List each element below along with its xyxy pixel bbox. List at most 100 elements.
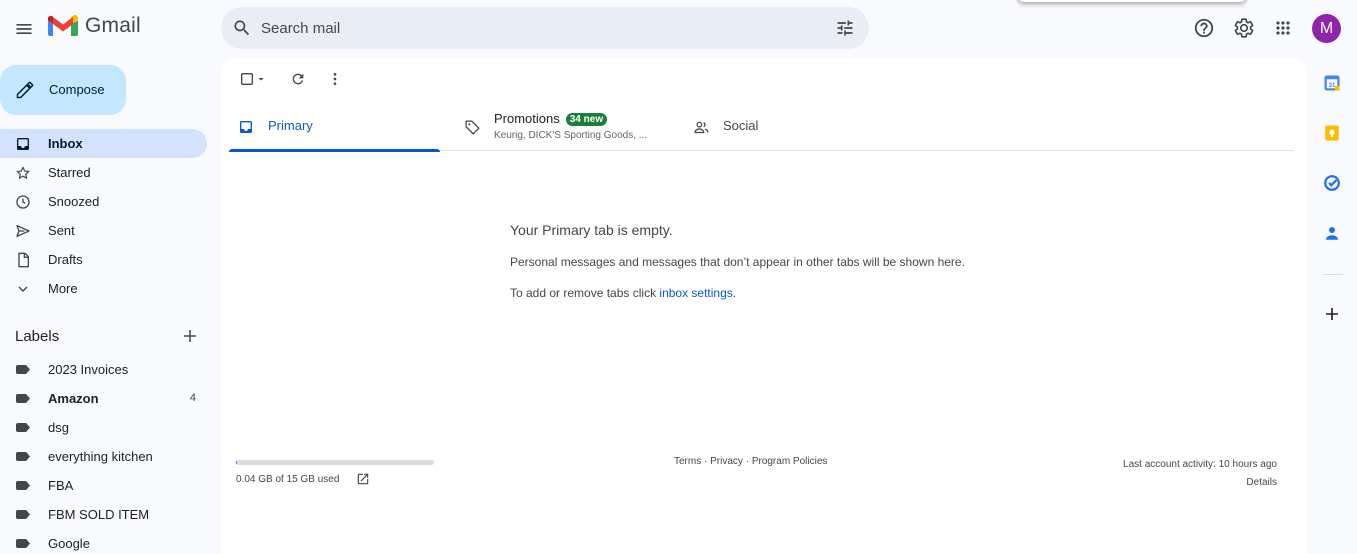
tab-primary[interactable]: Primary (229, 101, 440, 152)
more-actions-button[interactable] (325, 69, 345, 89)
search-input[interactable] (261, 7, 821, 49)
tab-promotions[interactable]: Promotions 34 new Keurig, DICK'S Sporting… (455, 101, 673, 151)
label-name: Google (48, 536, 90, 551)
search-icon[interactable] (232, 18, 252, 38)
label-item[interactable]: dsg (0, 413, 207, 442)
tag-icon (463, 118, 481, 136)
nav-item-more[interactable]: More (0, 274, 207, 303)
tasks-icon (1324, 175, 1340, 191)
label-item[interactable]: Amazon 4 (0, 384, 207, 413)
search-options-icon[interactable] (835, 18, 855, 38)
unread-count: 4 (189, 392, 196, 404)
nav-item-label: Sent (48, 223, 75, 238)
terms-link[interactable]: Terms (674, 456, 701, 467)
footer-links: Terms · Privacy · Program Policies (674, 456, 827, 467)
nav-item-drafts[interactable]: Drafts (0, 245, 207, 274)
nav-item-label: Starred (48, 165, 91, 180)
refresh-button[interactable] (288, 69, 308, 89)
refresh-icon (292, 73, 304, 85)
external-link-icon[interactable] (356, 472, 370, 486)
keep-icon (1325, 125, 1339, 141)
top-bar: Gmail M (0, 0, 1357, 58)
tab-title: Promotions (494, 111, 560, 126)
labels-header: Labels (15, 328, 205, 348)
inbox-settings-link[interactable]: inbox settings (659, 286, 732, 300)
gmail-logo[interactable]: Gmail (48, 14, 141, 38)
more-vert-icon (333, 73, 337, 85)
tab-label: Social (723, 118, 759, 133)
popup-edge (1018, 0, 1246, 2)
label-name: FBA (48, 478, 74, 493)
side-panel-divider (1323, 274, 1343, 275)
star-icon (14, 164, 32, 182)
clock-icon (14, 193, 32, 211)
pencil-icon (16, 81, 34, 99)
compose-label: Compose (49, 82, 105, 97)
nav-item-snoozed[interactable]: Snoozed (0, 187, 207, 216)
create-label-icon[interactable] (181, 327, 199, 345)
caret-down-icon (258, 78, 264, 81)
labels-title: Labels (15, 328, 60, 345)
label-name: Amazon (48, 391, 99, 406)
hint-suffix: . (732, 286, 737, 300)
label-item[interactable]: everything kitchen (0, 442, 207, 471)
label-item[interactable]: FBA (0, 471, 207, 500)
inbox-tabs: Primary Promotions 34 new Keurig, DICK'S … (229, 101, 1294, 152)
plus-icon (1326, 308, 1338, 320)
storage-meter (236, 460, 434, 465)
select-all-checkbox[interactable] (236, 69, 270, 89)
empty-heading: Your Primary tab is empty. (510, 222, 673, 238)
draft-icon (14, 251, 32, 269)
tab-social[interactable]: Social (684, 101, 895, 151)
people-icon (692, 118, 710, 136)
search-bar[interactable] (221, 7, 869, 49)
program-policies-link[interactable]: Program Policies (752, 456, 828, 467)
checkbox-icon (241, 73, 253, 85)
account-activity: Last account activity: 10 hours ago Deta… (1123, 456, 1277, 492)
label-name: everything kitchen (48, 449, 153, 464)
label-name: 2023 Invoices (48, 362, 129, 377)
label-tag-icon (16, 510, 30, 519)
empty-hint: To add or remove tabs click inbox settin… (510, 286, 1070, 300)
privacy-link[interactable]: Privacy (710, 456, 743, 467)
inbox-icon (14, 135, 32, 153)
hint-prefix: To add or remove tabs click (510, 286, 660, 300)
label-tag-icon (16, 365, 30, 374)
details-link[interactable]: Details (1123, 474, 1277, 492)
nav-item-label: Inbox (48, 136, 83, 151)
empty-description: Personal messages and messages that don’… (510, 255, 965, 269)
gear-icon (1234, 18, 1254, 38)
keep-app-button[interactable] (1322, 123, 1342, 143)
label-item[interactable]: 2023 Invoices (0, 355, 207, 384)
label-item[interactable]: FBM SOLD ITEM (0, 500, 207, 529)
labels-list: 2023 Invoices Amazon 4 dsg everything ki… (0, 355, 210, 554)
label-tag-icon (16, 539, 30, 548)
label-tag-icon (16, 452, 30, 461)
nav-item-label: More (48, 281, 78, 296)
tasks-app-button[interactable] (1322, 173, 1342, 193)
label-item[interactable]: Google (0, 529, 207, 554)
inbox-icon (237, 118, 255, 136)
main-nav: Inbox Starred Snoozed Sent Drafts More (0, 129, 210, 303)
nav-item-sent[interactable]: Sent (0, 216, 207, 245)
main-menu-button[interactable] (8, 13, 40, 45)
label-tag-icon (16, 481, 30, 490)
compose-button[interactable]: Compose (0, 65, 126, 115)
apps-button[interactable] (1271, 16, 1295, 40)
hamburger-menu-icon (16, 24, 32, 34)
separator: · (742, 456, 752, 467)
support-button[interactable] (1192, 16, 1216, 40)
send-icon (14, 222, 32, 240)
settings-button[interactable] (1232, 16, 1256, 40)
last-activity-text: Last account activity: 10 hours ago (1123, 459, 1277, 470)
account-avatar[interactable]: M (1312, 14, 1341, 43)
mail-toolbar (221, 58, 1307, 98)
label-tag-icon (16, 394, 30, 403)
mail-list-panel: Primary Promotions 34 new Keurig, DICK'S … (221, 58, 1307, 554)
nav-item-starred[interactable]: Starred (0, 158, 207, 187)
contacts-app-button[interactable] (1322, 223, 1342, 243)
get-addons-button[interactable] (1322, 304, 1342, 324)
nav-item-inbox[interactable]: Inbox (0, 129, 207, 158)
nav-item-label: Snoozed (48, 194, 100, 209)
calendar-app-button[interactable]: 31 (1322, 73, 1342, 93)
